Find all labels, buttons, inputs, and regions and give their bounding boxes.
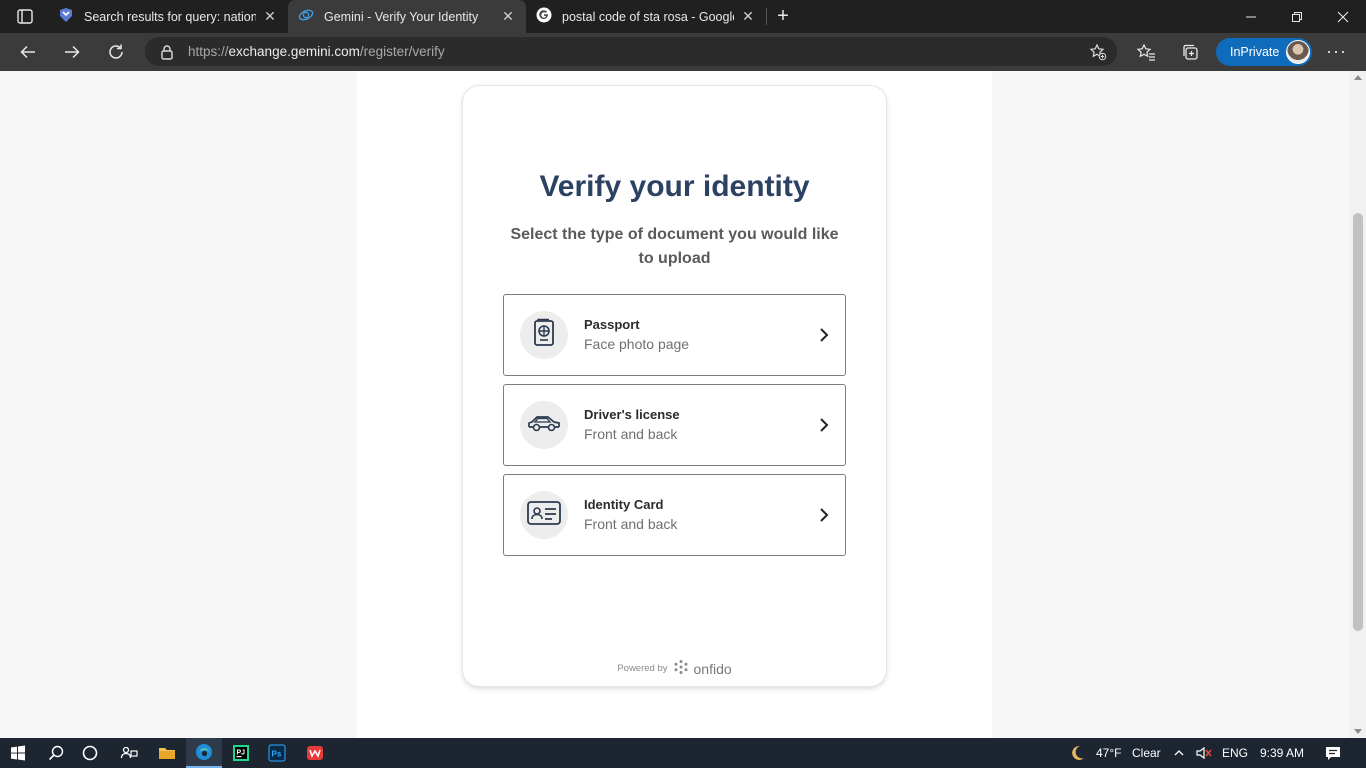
chevron-right-icon <box>817 326 831 344</box>
powered-by-text: Powered by <box>617 663 668 674</box>
weather-moon-icon[interactable] <box>1062 738 1092 768</box>
address-bar[interactable]: https://exchange.gemini.com/register/ver… <box>145 37 1117 66</box>
weather-desc[interactable]: Clear <box>1132 746 1161 760</box>
pycharm-icon[interactable]: PJ <box>224 738 258 768</box>
page-title: Verify your identity <box>539 170 810 203</box>
passport-option[interactable]: Passport Face photo page <box>503 294 846 376</box>
avatar <box>1286 40 1310 64</box>
chevron-right-icon <box>817 506 831 524</box>
more-options-icon[interactable]: ··· <box>1326 41 1347 62</box>
windows-start-icon[interactable] <box>0 738 36 768</box>
page-subtitle: Select the type of document you would li… <box>510 226 839 267</box>
forward-icon[interactable] <box>58 38 86 66</box>
lock-icon[interactable] <box>159 44 175 60</box>
speaker-muted-icon[interactable] <box>1192 738 1216 768</box>
close-tab-icon[interactable]: ✕ <box>740 8 756 25</box>
favorites-icon[interactable] <box>1136 42 1156 62</box>
svg-text:Ps: Ps <box>272 750 282 759</box>
onfido-logo-icon <box>673 659 689 678</box>
close-tab-icon[interactable]: ✕ <box>500 8 516 25</box>
scroll-down-icon[interactable] <box>1354 729 1362 734</box>
file-explorer-icon[interactable] <box>150 738 184 768</box>
new-tab-icon[interactable]: + <box>772 5 794 27</box>
refresh-icon[interactable] <box>102 38 130 66</box>
identity-card-option[interactable]: Identity Card Front and back <box>503 474 846 556</box>
option-label: Driver's license <box>584 407 680 422</box>
close-tab-icon[interactable]: ✕ <box>262 8 278 25</box>
search-icon[interactable] <box>40 738 72 768</box>
scroll-thumb[interactable] <box>1353 213 1363 631</box>
car-icon <box>526 412 562 439</box>
language-indicator[interactable]: ENG <box>1222 746 1248 760</box>
clock[interactable]: 9:39 AM <box>1260 746 1304 760</box>
url-text[interactable]: https://exchange.gemini.com/register/ver… <box>188 44 445 59</box>
edge-taskbar-icon[interactable] <box>186 738 222 768</box>
onfido-brand: onfido <box>693 660 732 677</box>
svg-text:PJ: PJ <box>237 750 246 757</box>
tab-bar: Search results for query: national ✕ Gem… <box>0 0 1366 33</box>
meet-now-icon[interactable] <box>112 738 146 768</box>
gemini-icon <box>298 7 314 26</box>
powered-by-footer[interactable]: Powered by onfido <box>463 659 886 678</box>
passport-icon <box>530 318 558 353</box>
minimize-icon[interactable] <box>1228 0 1274 33</box>
tab-google[interactable]: postal code of sta rosa - Google ✕ <box>526 0 766 33</box>
scroll-up-icon[interactable] <box>1354 75 1362 80</box>
task-view-icon[interactable] <box>74 738 106 768</box>
close-window-icon[interactable] <box>1320 0 1366 33</box>
google-icon <box>536 7 552 26</box>
drivers-license-option[interactable]: Driver's license Front and back <box>503 384 846 466</box>
id-card-icon <box>526 499 562 532</box>
option-hint: Front and back <box>584 516 678 532</box>
option-hint: Face photo page <box>584 336 690 352</box>
chevron-right-icon <box>817 416 831 434</box>
add-favorite-icon[interactable] <box>1089 43 1107 61</box>
option-hint: Front and back <box>584 426 678 442</box>
tab-title: Gemini - Verify Your Identity <box>324 9 479 24</box>
notifications-icon[interactable] <box>1318 738 1348 768</box>
option-label: Identity Card <box>584 497 664 512</box>
taskbar: PJ Ps 47°F Clear ENG 9:39 AM <box>0 738 1366 768</box>
tab-gemini[interactable]: Gemini - Verify Your Identity ✕ <box>288 0 526 33</box>
option-label: Passport <box>584 317 640 332</box>
tab-title: postal code of sta rosa - Google <box>562 9 734 24</box>
virustotal-icon <box>58 7 74 26</box>
photoshop-icon[interactable]: Ps <box>260 738 294 768</box>
vertical-scrollbar[interactable] <box>1350 71 1366 738</box>
inprivate-button[interactable]: InPrivate <box>1216 38 1312 66</box>
collections-icon[interactable] <box>1180 42 1200 62</box>
back-icon[interactable] <box>14 38 42 66</box>
tab-virustotal[interactable]: Search results for query: national ✕ <box>48 0 288 33</box>
tab-actions-icon[interactable] <box>10 7 38 27</box>
wps-office-icon[interactable] <box>298 738 332 768</box>
restore-icon[interactable] <box>1274 0 1320 33</box>
tab-title: Search results for query: national <box>84 9 256 24</box>
verify-card: Verify your identity Select the type of … <box>463 86 886 686</box>
browser-toolbar: https://exchange.gemini.com/register/ver… <box>0 33 1366 71</box>
weather-temp[interactable]: 47°F <box>1096 746 1121 760</box>
chevron-up-icon[interactable] <box>1170 738 1188 768</box>
